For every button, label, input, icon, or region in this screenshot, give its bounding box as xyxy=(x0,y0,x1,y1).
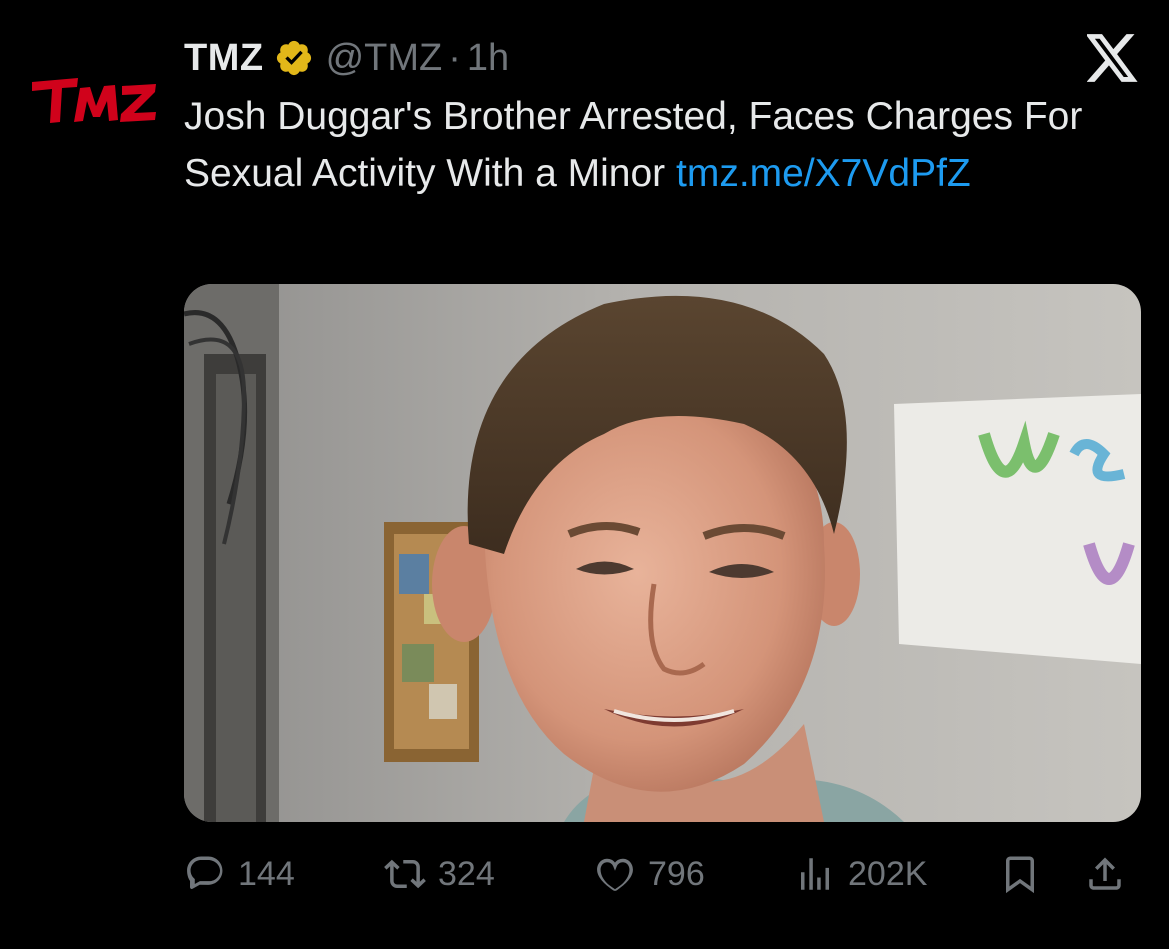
display-name[interactable]: TMZ xyxy=(184,37,264,80)
views-button[interactable]: 202K xyxy=(794,848,927,900)
share-icon xyxy=(1089,857,1121,890)
views-chart-icon xyxy=(801,858,829,890)
reply-icon xyxy=(187,856,223,889)
user-handle[interactable]: @TMZ xyxy=(326,37,443,80)
retweet-count: 324 xyxy=(438,854,495,893)
bookmark-button[interactable] xyxy=(999,848,1041,900)
like-button[interactable]: 796 xyxy=(594,848,705,900)
tmz-logo-icon xyxy=(32,78,156,123)
views-count: 202K xyxy=(848,854,928,893)
bookmark-icon xyxy=(1006,856,1034,894)
tweet-text: Josh Duggar's Brother Arrested, Faces Ch… xyxy=(184,88,1144,202)
timestamp[interactable]: 1h xyxy=(467,37,509,80)
verified-badge-icon[interactable] xyxy=(274,38,314,78)
tweet-header: TMZ @TMZ · 1h xyxy=(184,30,509,86)
heart-icon xyxy=(597,858,633,891)
tweet-media-image[interactable] xyxy=(184,284,1141,822)
reply-count: 144 xyxy=(238,854,295,893)
photo-illustration xyxy=(184,284,1141,822)
retweet-button[interactable]: 324 xyxy=(384,848,495,900)
x-logo-icon xyxy=(1085,34,1139,82)
avatar[interactable] xyxy=(30,70,160,130)
like-count: 796 xyxy=(648,854,705,893)
tweet-link[interactable]: tmz.me/X7VdPfZ xyxy=(676,152,971,195)
tweet-actions: 144 324 796 202K xyxy=(184,848,1139,900)
separator-dot: · xyxy=(448,36,461,79)
retweet-icon xyxy=(384,859,426,889)
reply-button[interactable]: 144 xyxy=(184,848,295,900)
share-button[interactable] xyxy=(1084,848,1126,900)
